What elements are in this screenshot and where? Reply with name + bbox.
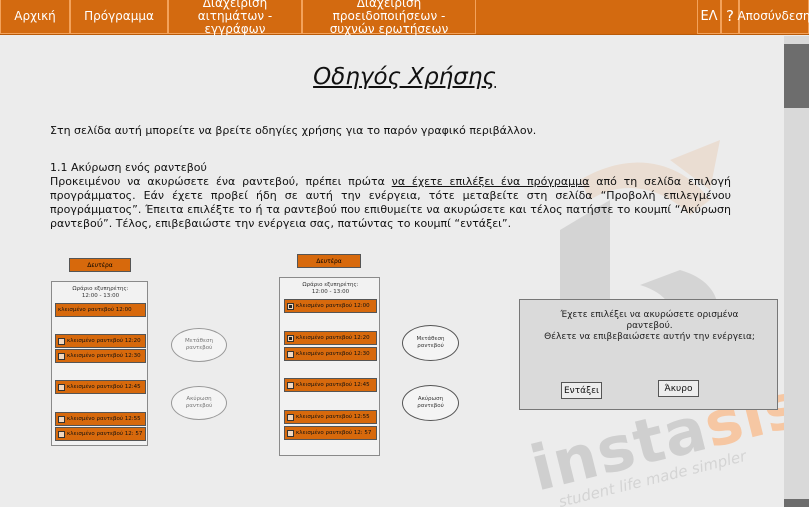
mockup2-hours: Ωράριο εξυπηρέτης: 12:00 - 13:00 — [302, 282, 359, 295]
page-title: Οδηγός Χρήσης — [313, 64, 496, 90]
mockup2-screen: Ωράριο εξυπηρέτης: 12:00 - 13:00 κλεισμέν… — [279, 277, 380, 456]
dialog-message: Έχετε επιλέξει να ακυρώσετε ορισμένα ραν… — [544, 310, 755, 342]
checkbox-icon — [58, 352, 65, 360]
nav-notifications-label-1: Διαχείριση προειδοποιήσεων - — [332, 0, 446, 23]
dialog-cancel-button: Άκυρο — [658, 380, 699, 397]
mockup1-slot: κλεισμένο ραντεβού 12:45 — [55, 380, 146, 394]
dialog-ok-button: Εντάξει — [561, 382, 602, 399]
nav-home-label: Αρχική — [14, 9, 56, 23]
mockup2-slot: κλεισμένο ραντεβού 12:00 — [284, 299, 377, 313]
section-title: 1.1 Ακύρωση ενός ραντεβού — [50, 161, 207, 174]
mockup1-day-tab: Δευτέρα — [69, 258, 131, 272]
mockup2-day-tab: Δευτέρα — [297, 254, 361, 268]
nav-notifications-button[interactable]: Διαχείριση προειδοποιήσεων - συχνών ερωτ… — [302, 0, 476, 36]
mockup2-slot: κλεισμένο ραντεβού 12:30 — [284, 347, 377, 361]
nav-requests-label-2: αιτημάτων - εγγράφων — [197, 9, 273, 36]
checkbox-checked-icon — [287, 302, 294, 310]
mockup2-slot: κλεισμένο ραντεβού 12:55 — [284, 410, 377, 424]
mockup1-slot: κλεισμένο ραντεβού 12: 57 — [55, 427, 146, 441]
mockup2-slot: κλεισμένο ραντεβού 12: 57 — [284, 426, 377, 440]
scrollbar-bottom-arrow[interactable] — [784, 499, 809, 507]
help-button[interactable]: ? — [721, 0, 739, 34]
mockup2-move-button: Μετάθεση ραντεβού — [402, 325, 459, 361]
checkbox-icon — [287, 381, 294, 389]
language-label: ΕΛ — [700, 9, 718, 24]
section-body: Προκειμένου να ακυρώσετε ένα ραντεβού, π… — [50, 175, 731, 230]
help-icon: ? — [726, 7, 734, 25]
mockup1-slot: κλεισμένο ραντεβού 12:20 — [55, 334, 146, 348]
mockup2-slot: κλεισμένο ραντεβού 12:20 — [284, 331, 377, 345]
checkbox-icon — [287, 350, 294, 358]
intro-text: Στη σελίδα αυτή μπορείτε να βρείτε οδηγί… — [50, 124, 537, 137]
mockup1-hours: Ωράριο εξυπηρέτης: 12:00 - 13:00 — [72, 286, 129, 299]
checkbox-icon — [58, 337, 65, 345]
mockup1-move-button: Μετάθεση ραντεβού — [171, 328, 227, 362]
confirm-dialog-mockup: Έχετε επιλέξει να ακυρώσετε ορισμένα ραν… — [519, 299, 778, 410]
nav-program-button[interactable]: Πρόγραμμα — [70, 0, 168, 34]
checkbox-icon — [58, 430, 65, 438]
logout-label: Αποσύνδεση — [737, 9, 809, 23]
checkbox-icon — [287, 413, 294, 421]
logout-button[interactable]: Αποσύνδεση — [737, 0, 809, 34]
select-program-link[interactable]: να έχετε επιλέξει ένα πρόγραμμα — [392, 175, 590, 188]
nav-program-label: Πρόγραμμα — [84, 9, 154, 23]
mockup1-slot: κλεισμένο ραντεβού 12:00 — [55, 303, 146, 317]
top-nav: Αρχική Πρόγραμμα Διαχείριση αιτημάτων - … — [0, 0, 809, 36]
vertical-scrollbar[interactable] — [784, 36, 809, 507]
nav-notifications-label-2: συχνών ερωτήσεων — [329, 22, 449, 36]
mockup2-slot: κλεισμένο ραντεβού 12:45 — [284, 378, 377, 392]
checkbox-icon — [58, 415, 65, 423]
nav-home-button[interactable]: Αρχική — [0, 0, 70, 34]
checkbox-icon — [287, 429, 294, 437]
mockup1-slot: κλεισμένο ραντεβού 12:55 — [55, 412, 146, 426]
checkbox-icon — [58, 383, 65, 391]
language-button[interactable]: ΕΛ — [697, 0, 721, 34]
mockup1-cancel-button: Ακύρωση ραντεβού — [171, 386, 227, 420]
mockup2-cancel-button: Ακύρωση ραντεβού — [402, 385, 459, 421]
nav-requests-button[interactable]: Διαχείριση αιτημάτων - εγγράφων — [168, 0, 302, 36]
mockup1-screen: Ωράριο εξυπηρέτης: 12:00 - 13:00 κλεισμέν… — [51, 281, 148, 446]
checkbox-checked-icon — [287, 334, 294, 342]
mockup1-slot: κλεισμένο ραντεβού 12:30 — [55, 349, 146, 363]
